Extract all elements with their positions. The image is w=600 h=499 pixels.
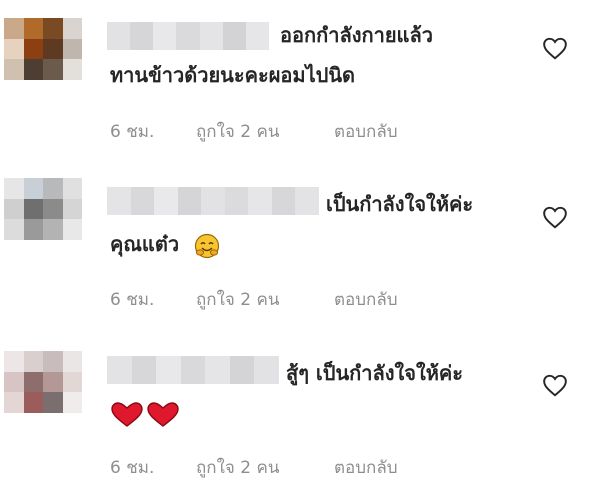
heart-outline-icon[interactable] [542,205,568,229]
heart-outline-icon[interactable] [542,373,568,397]
avatar[interactable] [4,351,82,413]
comment-line-1: เป็นกำลังใจให้ค่ะ [326,192,474,216]
likes-count[interactable]: ถูกใจ 2 คน [196,118,279,145]
avatar[interactable] [4,18,82,80]
timestamp[interactable]: 6 ชม. [110,118,154,145]
comment-line-2-wrap [110,393,180,433]
smiling-hug-emoji [194,233,220,258]
username[interactable] [107,356,279,384]
comment-line-2: คุณแต๋ว [110,232,180,256]
reply-button[interactable]: ตอบกลับ [334,454,398,481]
timestamp[interactable]: 6 ชม. [110,454,154,481]
comment-line-1: ออกกำลังกายแล้ว [280,23,433,47]
comment-line-2-wrap: คุณแต๋ว [110,224,220,264]
heart-outline-icon[interactable] [542,36,568,60]
timestamp[interactable]: 6 ชม. [110,286,154,313]
username[interactable] [107,22,269,50]
comment-line-2: ทานข้าวด้วยนะคะผอมไปนิด [110,63,356,87]
comment-line-1: สู้ๆ เป็นกำลังใจให้ค่ะ [286,361,464,385]
reply-button[interactable]: ตอบกลับ [334,286,398,313]
likes-count[interactable]: ถูกใจ 2 คน [196,454,279,481]
likes-count[interactable]: ถูกใจ 2 คน [196,286,279,313]
reply-button[interactable]: ตอบกลับ [334,118,398,145]
username[interactable] [107,187,319,215]
red-hearts-emoji [111,401,179,427]
avatar[interactable] [4,178,82,240]
